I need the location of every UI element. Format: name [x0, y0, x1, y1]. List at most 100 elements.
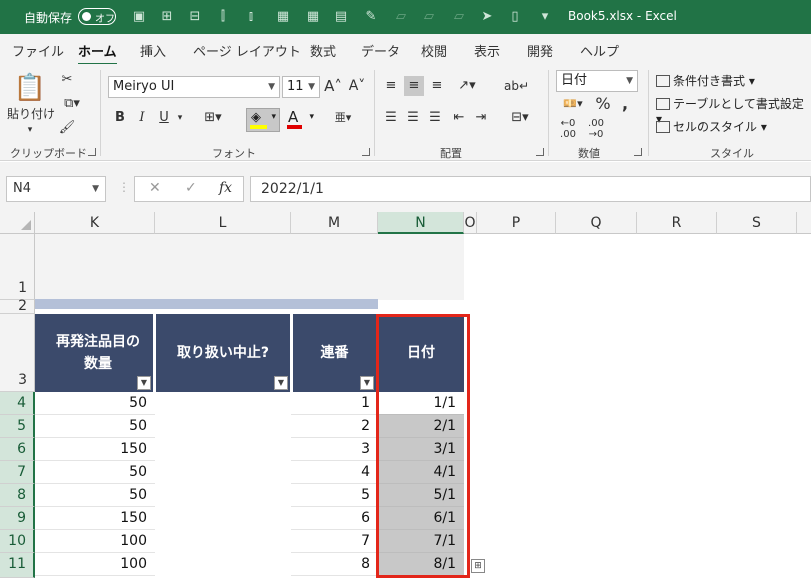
paste-icon[interactable]: 📋 [12, 70, 48, 106]
date-cell[interactable]: 8/1 [378, 553, 464, 576]
tab-help[interactable]: ヘルプ [580, 41, 619, 60]
date-cell[interactable]: 7/1 [378, 530, 464, 553]
date-cell[interactable]: 3/1 [378, 438, 464, 461]
align-top-icon[interactable]: ≡ [382, 76, 400, 96]
align-middle-icon[interactable]: ≡ [404, 76, 424, 96]
formula-bar-grip-icon[interactable]: ⋮ [118, 180, 130, 194]
tab-page-layout[interactable]: ページ レイアウト [193, 41, 301, 60]
name-box[interactable]: N4 ▼ [6, 176, 106, 202]
column-header-p[interactable]: P [477, 212, 556, 234]
quantity-cell[interactable]: 150 [35, 438, 155, 461]
date-cell[interactable]: 6/1 [378, 507, 464, 530]
tab-file[interactable]: ファイル [12, 41, 64, 60]
customize-qat-icon[interactable]: ▾ [536, 8, 554, 26]
column-header-o[interactable]: O [464, 212, 477, 234]
row-header-2[interactable]: 2 [0, 299, 35, 314]
column-header-l[interactable]: L [155, 212, 291, 234]
insert-rows-icon[interactable]: ⊞ [158, 8, 176, 26]
borders-icon[interactable]: ▦ [274, 8, 292, 26]
serial-cell[interactable]: 1 [291, 392, 378, 415]
row-header-10[interactable]: 10 [0, 530, 35, 553]
tab-data[interactable]: データ [361, 41, 400, 60]
font-color-button[interactable]: A ▾ [286, 108, 316, 132]
select-all-corner[interactable] [0, 212, 35, 234]
filter-dropdown-icon[interactable]: ▼ [274, 376, 288, 390]
delete-columns-icon[interactable]: ⫾ [242, 8, 260, 26]
serial-cell[interactable]: 3 [291, 438, 378, 461]
merge-center-icon[interactable]: ⊟▾ [502, 108, 538, 128]
align-right-icon[interactable]: ☰ [426, 108, 444, 128]
tab-insert[interactable]: 挿入 [140, 41, 166, 60]
cancel-icon[interactable]: ✕ [149, 180, 161, 196]
header-cell-discontinued[interactable]: 取り扱い中止? ▼ [156, 314, 290, 392]
row-header-3[interactable]: 3 [0, 314, 35, 392]
quantity-cell[interactable]: 150 [35, 507, 155, 530]
tab-home[interactable]: ホーム [78, 41, 117, 66]
conditional-formatting-button[interactable]: 条件付き書式 ▾ [656, 72, 755, 89]
cut-icon[interactable]: ✂ [58, 70, 76, 90]
serial-cell[interactable]: 6 [291, 507, 378, 530]
column-header-r[interactable]: R [637, 212, 717, 234]
row-header-8[interactable]: 8 [0, 484, 35, 507]
percent-style-icon[interactable]: % [594, 94, 612, 114]
serial-cell[interactable]: 2 [291, 415, 378, 438]
clipboard-launcher-icon[interactable] [88, 148, 96, 156]
row-header-4[interactable]: 4 [0, 392, 35, 415]
number-format-combo[interactable]: 日付 ▼ [556, 70, 638, 92]
decrease-indent-icon[interactable]: ⇤ [450, 108, 468, 128]
increase-font-icon[interactable]: A˄ [324, 76, 342, 96]
decrease-font-icon[interactable]: A˅ [348, 76, 366, 96]
row-header-9[interactable]: 9 [0, 507, 35, 530]
accounting-format-icon[interactable]: 💴▾ [558, 94, 588, 114]
font-size-combo[interactable]: 11 ▼ [282, 76, 320, 98]
insert-function-icon[interactable]: fx [219, 180, 232, 196]
paste-dropdown-icon[interactable]: ▾ [20, 120, 40, 140]
font-launcher-icon[interactable] [362, 148, 370, 156]
serial-cell[interactable]: 7 [291, 530, 378, 553]
column-header-n[interactable]: N [378, 212, 464, 234]
edit-icon[interactable]: ✎ [362, 8, 380, 26]
chevron-down-icon[interactable]: ▾ [174, 108, 186, 128]
tab-formulas[interactable]: 数式 [310, 41, 336, 60]
copy-icon[interactable]: ⧉▾ [58, 94, 86, 114]
serial-cell[interactable]: 8 [291, 553, 378, 576]
header-cell-quantity[interactable]: 再発注品目の数量 ▼ [35, 314, 153, 392]
enter-icon[interactable]: ✓ [185, 180, 197, 196]
quantity-cell[interactable]: 100 [35, 553, 155, 576]
italic-button[interactable]: I [134, 108, 150, 128]
column-header-q[interactable]: Q [556, 212, 637, 234]
align-center-icon[interactable]: ☰ [404, 108, 422, 128]
tab-developer[interactable]: 開発 [527, 41, 553, 60]
quantity-cell[interactable]: 100 [35, 530, 155, 553]
borders-button-icon[interactable]: ⊞▾ [198, 108, 228, 128]
header-cell-serial[interactable]: 連番 ▼ [293, 314, 376, 392]
date-cell[interactable]: 5/1 [378, 484, 464, 507]
bold-button[interactable]: B [112, 108, 128, 128]
table-icon[interactable]: ▤ [332, 8, 350, 26]
number-launcher-icon[interactable] [634, 148, 642, 156]
row-header-1[interactable]: 1 [0, 234, 35, 300]
date-cell[interactable]: 2/1 [378, 415, 464, 438]
column-header-m[interactable]: M [291, 212, 378, 234]
column-header-k[interactable]: K [35, 212, 155, 234]
underline-button[interactable]: U [156, 108, 172, 128]
serial-cell[interactable]: 4 [291, 461, 378, 484]
date-cell-active[interactable]: 1/1 [378, 392, 464, 415]
wrap-text-icon[interactable]: ab↵ [504, 76, 529, 96]
quantity-cell[interactable]: 50 [35, 461, 155, 484]
quantity-cell[interactable]: 50 [35, 415, 155, 438]
quick-analysis-icon[interactable]: ⊞ [471, 559, 485, 573]
serial-cell[interactable]: 5 [291, 484, 378, 507]
tab-view[interactable]: 表示 [474, 41, 500, 60]
row-header-7[interactable]: 7 [0, 461, 35, 484]
autosave-toggle[interactable]: オフ [78, 8, 116, 25]
filter-dropdown-icon[interactable]: ▼ [137, 376, 151, 390]
formula-input[interactable]: 2022/1/1 [250, 176, 811, 202]
row-header-5[interactable]: 5 [0, 415, 35, 438]
align-bottom-icon[interactable]: ≡ [428, 76, 446, 96]
phonetic-guide-icon[interactable]: 亜▾ [328, 108, 358, 128]
pointer-icon[interactable]: ➤ [478, 8, 496, 26]
grid-icon[interactable]: ▦ [304, 8, 322, 26]
comma-style-icon[interactable]: , [618, 94, 632, 114]
column-header-s[interactable]: S [717, 212, 797, 234]
